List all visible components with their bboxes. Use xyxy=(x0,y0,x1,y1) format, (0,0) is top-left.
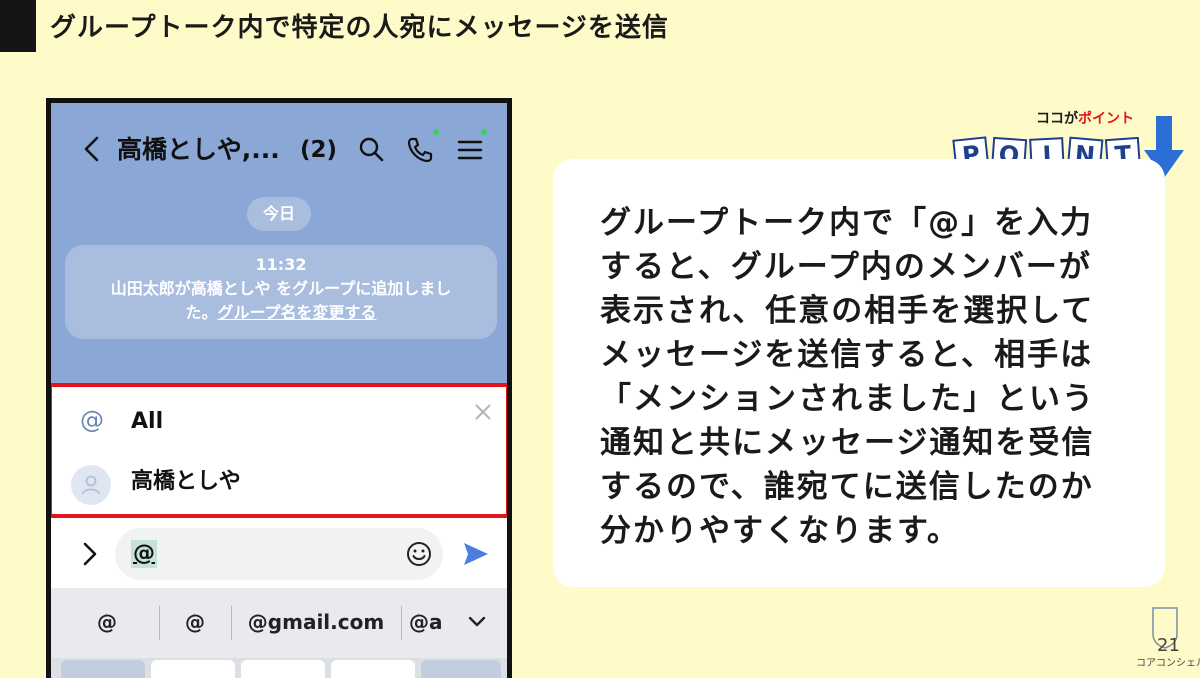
call-icon[interactable] xyxy=(405,135,435,165)
point-caption: ココがポイント xyxy=(1036,108,1134,128)
title-marker xyxy=(0,0,36,52)
chevron-down-icon[interactable] xyxy=(465,610,489,634)
suggestion-divider xyxy=(231,606,232,640)
page-number: 21 xyxy=(1157,635,1180,656)
point-caption-prefix: ココが xyxy=(1036,111,1078,127)
explanation-line: 分かりやすくなります。 xyxy=(600,513,960,549)
system-message-line2: た。グループ名を変更する xyxy=(65,301,497,325)
search-icon[interactable] xyxy=(357,135,385,163)
keyboard-suggestion-bar: @ @ @gmail.com @a xyxy=(51,588,507,658)
menu-notification-dot xyxy=(481,129,487,135)
explanation-line: 表示され、任意の相手を選択して xyxy=(600,293,1095,329)
suggestion-item[interactable]: @ xyxy=(175,604,215,640)
member-count: (2) xyxy=(300,137,338,163)
message-input[interactable] xyxy=(115,528,443,580)
keyboard-key[interactable] xyxy=(421,660,501,678)
keyboard-key[interactable] xyxy=(331,660,415,678)
explanation-line: すると、グループ内のメンバーが xyxy=(600,249,1092,285)
slide-title: グループトーク内で特定の人宛にメッセージを送信 xyxy=(50,13,669,43)
message-input-value: @ xyxy=(131,540,157,568)
explanation-line: メッセージを送信すると、相手は xyxy=(600,337,1094,373)
system-message-line1: 山田太郎が高橋としや をグループに追加しまし xyxy=(110,279,452,298)
keyboard-key[interactable] xyxy=(151,660,235,678)
explanation-card: グループトーク内で「@」を入力 すると、グループ内のメンバーが 表示され、任意の… xyxy=(553,159,1165,587)
keyboard-keys xyxy=(51,658,507,678)
explanation-line: 通知と共にメッセージ通知を受信 xyxy=(600,425,1095,461)
suggestion-item[interactable]: @ xyxy=(87,604,127,640)
suggestion-divider xyxy=(159,606,160,640)
point-caption-highlight: ポイント xyxy=(1078,111,1134,127)
menu-icon[interactable] xyxy=(455,135,485,165)
phone-screenshot: 高橋としや,... (2) 今日 11:32 山田太郎が高橋としや をグループに… xyxy=(46,98,512,678)
call-notification-dot xyxy=(433,129,439,135)
suggestion-divider xyxy=(401,606,402,640)
system-message-time: 11:32 xyxy=(255,255,307,274)
footer-brand: コアコンシェル xyxy=(1136,658,1200,669)
input-bar: @ xyxy=(51,518,507,588)
explanation-line: グループトーク内で「@」を入力 xyxy=(600,205,1094,241)
highlight-box xyxy=(51,383,507,518)
back-icon[interactable] xyxy=(79,133,105,165)
keyboard-key[interactable] xyxy=(61,660,145,678)
suggestion-item[interactable]: @a xyxy=(409,604,453,640)
explanation-line: 「メンションされました」という xyxy=(600,381,1095,417)
explanation-line: するので、誰宛てに送信したのか xyxy=(600,469,1094,505)
rename-group-link[interactable]: グループ名を変更する xyxy=(217,303,376,322)
emoji-icon[interactable] xyxy=(405,540,433,568)
date-chip: 今日 xyxy=(247,197,311,231)
keyboard-key[interactable] xyxy=(241,660,325,678)
chat-area: 高橋としや,... (2) 今日 11:32 山田太郎が高橋としや をグループに… xyxy=(51,103,507,383)
send-icon[interactable] xyxy=(461,540,491,568)
chat-header: 高橋としや,... (2) xyxy=(51,125,507,173)
chat-title: 高橋としや,... xyxy=(117,135,280,164)
chevron-right-icon[interactable] xyxy=(79,540,101,568)
explanation-text: グループトーク内で「@」を入力 すると、グループ内のメンバーが 表示され、任意の… xyxy=(600,201,1140,553)
system-message-line2-prefix: た。 xyxy=(185,303,218,322)
suggestion-item[interactable]: @gmail.com xyxy=(241,604,391,640)
system-message: 11:32 山田太郎が高橋としや をグループに追加しまし た。グループ名を変更す… xyxy=(65,245,497,339)
